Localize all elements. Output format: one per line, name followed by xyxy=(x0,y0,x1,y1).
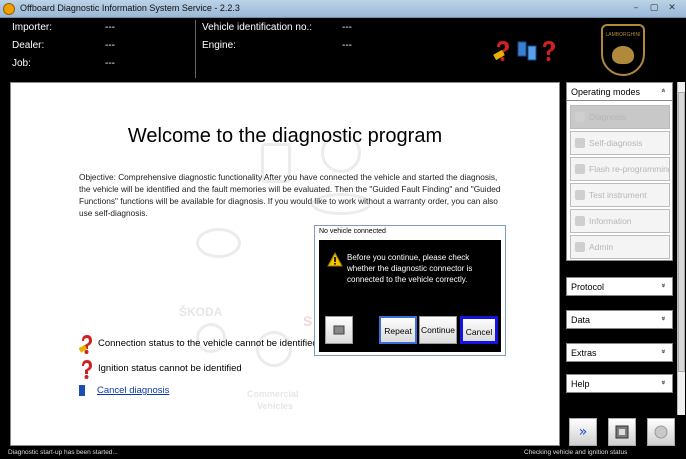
connection-status-text: Connection status to the vehicle cannot … xyxy=(98,338,318,349)
connection-status-icon[interactable] xyxy=(493,40,513,62)
right-sidebar: Operating modes « Diagnosis Self-diagnos… xyxy=(563,82,676,418)
status-right-text: Checking vehicle and ignition status xyxy=(524,449,628,456)
information-icon xyxy=(575,216,585,226)
mode-item-label: Diagnosis xyxy=(589,112,627,122)
diagnosis-icon xyxy=(575,112,585,122)
sidebar-scrollbar[interactable] xyxy=(677,82,685,418)
no-vehicle-dialog: No vehicle connected Before you continue… xyxy=(314,225,506,356)
commercial-watermark: Commercial xyxy=(247,389,299,399)
scrollbar-thumb[interactable] xyxy=(678,92,685,372)
expand-chevron-icon: » xyxy=(659,283,669,288)
data-header[interactable]: Data » xyxy=(566,310,673,329)
question-warning-icon xyxy=(82,360,92,379)
vw-commercial-watermark-icon xyxy=(256,331,292,367)
expand-chevron-icon: » xyxy=(659,349,669,354)
stop-button[interactable] xyxy=(647,418,675,446)
help-label: Help xyxy=(571,379,590,389)
app-icon xyxy=(3,3,15,15)
bottom-toolbar: » xyxy=(563,415,686,448)
maximize-button[interactable]: ▢ xyxy=(646,2,662,15)
mode-item-test-instrument[interactable]: Test instrument xyxy=(570,183,670,207)
network-icon[interactable] xyxy=(516,40,538,62)
dialog-message: Before you continue, please check whethe… xyxy=(347,253,473,284)
test-instrument-icon xyxy=(575,190,585,200)
forward-button[interactable]: » xyxy=(569,418,597,446)
page-title: Welcome to the diagnostic program xyxy=(127,125,443,147)
stop-icon xyxy=(654,425,668,439)
seat-watermark: S xyxy=(303,313,313,329)
protocol-label: Protocol xyxy=(571,282,605,292)
mode-item-self-diagnosis[interactable]: Self-diagnosis xyxy=(570,131,670,155)
lamborghini-logo: LAMBORGHINI xyxy=(601,24,645,76)
continue-button[interactable]: Continue xyxy=(419,316,457,344)
vin-value: --- xyxy=(342,22,352,33)
status-bar: Diagnostic start-up has been started... … xyxy=(0,448,686,459)
bull-icon xyxy=(612,46,634,64)
document-icon xyxy=(79,385,85,396)
brand-logo-area: LAMBORGHINI xyxy=(563,20,686,80)
status-left-text: Diagnostic start-up has been started... xyxy=(8,449,118,456)
cancel-diagnosis-link[interactable]: Cancel diagnosis xyxy=(97,385,169,396)
question-warning-icon xyxy=(79,335,92,354)
warning-icon xyxy=(327,252,343,267)
data-label: Data xyxy=(571,315,591,325)
expand-chevron-icon: » xyxy=(659,316,669,321)
mode-item-label: Test instrument xyxy=(589,190,647,200)
self-diagnosis-icon xyxy=(575,138,585,148)
extras-header[interactable]: Extras » xyxy=(566,343,673,362)
mode-item-information[interactable]: Information xyxy=(570,209,670,233)
help-header[interactable]: Help » xyxy=(566,374,673,393)
close-button[interactable]: ✕ xyxy=(664,2,680,15)
mode-item-label: Admin xyxy=(589,242,614,252)
skoda-watermark: ŠKODA xyxy=(179,305,223,319)
dealer-label: Dealer: xyxy=(12,40,45,51)
vehicles-watermark: Vehicles xyxy=(257,401,294,411)
bentley-watermark-icon xyxy=(196,228,241,258)
window-title: Offboard Diagnostic Information System S… xyxy=(20,3,240,13)
protocol-header[interactable]: Protocol » xyxy=(566,277,673,296)
objective-text: Objective: Comprehensive diagnostic func… xyxy=(79,172,501,218)
extras-label: Extras xyxy=(571,348,597,358)
engine-label: Engine: xyxy=(202,40,236,51)
mode-item-admin[interactable]: Admin xyxy=(570,235,670,259)
header-divider xyxy=(195,20,196,78)
job-label: Job: xyxy=(12,58,31,69)
dialog-body: Before you continue, please check whethe… xyxy=(319,240,501,352)
tool-icon xyxy=(333,325,345,335)
mode-item-label: Information xyxy=(589,216,632,226)
dialog-title: No vehicle connected xyxy=(319,228,386,235)
operating-modes-header[interactable]: Operating modes « xyxy=(566,82,673,101)
importer-value: --- xyxy=(105,22,115,33)
cancel-button[interactable]: Cancel xyxy=(460,316,498,344)
dealer-value: --- xyxy=(105,40,115,51)
job-value: --- xyxy=(105,58,115,69)
ignition-status-icon[interactable] xyxy=(540,40,558,62)
expand-chevron-icon: » xyxy=(659,380,669,385)
collapse-chevron-icon: « xyxy=(659,88,669,93)
title-bar: Offboard Diagnostic Information System S… xyxy=(0,0,686,18)
flash-icon xyxy=(575,164,585,174)
ignition-status-text: Ignition status cannot be identified xyxy=(98,363,242,374)
repeat-button[interactable]: Repeat xyxy=(379,316,417,344)
mode-item-label: Self-diagnosis xyxy=(589,138,643,148)
logo-text: LAMBORGHINI xyxy=(605,32,641,38)
operating-modes-label: Operating modes xyxy=(571,87,641,97)
engine-value: --- xyxy=(342,40,352,51)
minimize-button[interactable]: – xyxy=(628,2,644,15)
importer-label: Importer: xyxy=(12,22,53,33)
settings-icon xyxy=(615,425,629,439)
mode-item-flash[interactable]: Flash re-programming xyxy=(570,157,670,181)
admin-icon xyxy=(575,242,585,252)
settings-button[interactable] xyxy=(608,418,636,446)
mode-item-diagnosis[interactable]: Diagnosis xyxy=(570,105,670,129)
mode-item-label: Flash re-programming xyxy=(589,164,670,174)
vin-label: Vehicle identification no.: xyxy=(202,22,313,33)
dialog-icon-button[interactable] xyxy=(325,316,353,344)
operating-modes-list: Diagnosis Self-diagnosis Flash re-progra… xyxy=(566,101,673,261)
